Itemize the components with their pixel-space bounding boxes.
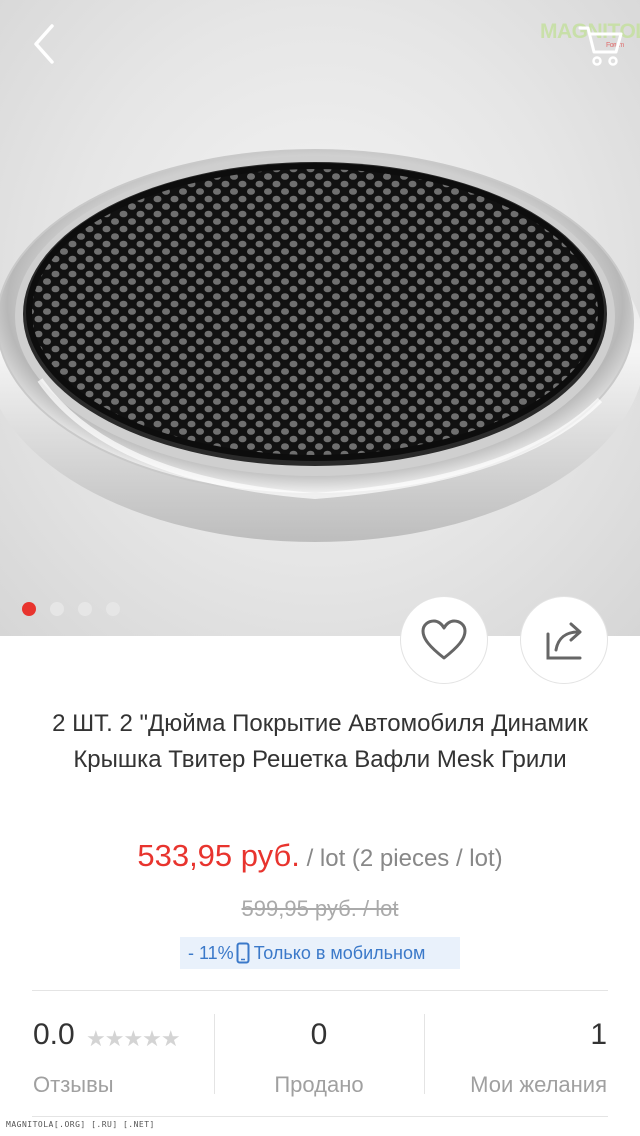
wishlist-value: 1	[590, 1018, 607, 1051]
product-image	[0, 149, 640, 542]
price-row: 533,95 руб. / lot (2 pieces / lot)	[0, 838, 640, 874]
favorite-button[interactable]	[400, 596, 488, 684]
gallery-dot-1[interactable]	[22, 602, 36, 616]
gallery-dot-3[interactable]	[78, 602, 92, 616]
gallery-dot-4[interactable]	[106, 602, 120, 616]
wishlist-label: Мои желания	[470, 1072, 607, 1097]
heart-icon	[421, 619, 467, 660]
gallery-dot-2[interactable]	[50, 602, 64, 616]
product-title: 2 ШТ. 2 "Дюйма Покрытие Автомобиля Динам…	[52, 710, 588, 773]
divider	[32, 1116, 608, 1117]
stat-sold: 0 Продано	[214, 1018, 424, 1098]
product-image-gallery[interactable]: MAGNITOLA Forum	[0, 0, 640, 636]
share-icon	[546, 622, 582, 660]
divider	[32, 990, 608, 991]
gallery-pagination	[22, 602, 120, 616]
sold-label: Продано	[274, 1072, 364, 1097]
promo-discount: - 11%	[188, 942, 234, 963]
share-button[interactable]	[520, 596, 608, 684]
footer-watermark: MAGNITOLA[.ORG] [.RU] [.NET]	[6, 1120, 155, 1129]
current-price: 533,95 руб.	[137, 838, 300, 873]
back-button[interactable]	[22, 22, 66, 66]
price-unit: / lot (2 pieces / lot)	[306, 845, 503, 872]
reviews-label: Отзывы	[33, 1072, 114, 1097]
old-price: 599,95 руб. / lot	[241, 896, 399, 921]
chevron-left-icon	[34, 24, 54, 64]
promo-text: Только в мобильном	[253, 942, 426, 963]
mobile-promo-badge: - 11% Только в мобильном	[180, 937, 460, 969]
phone-icon	[236, 942, 250, 964]
cart-button[interactable]	[576, 22, 626, 68]
rating-stars: ★★★★★	[86, 1026, 181, 1051]
cart-icon	[578, 26, 623, 66]
sold-value: 0	[310, 1018, 328, 1051]
stat-wishlist[interactable]: 1 Мои желания	[424, 1018, 607, 1098]
